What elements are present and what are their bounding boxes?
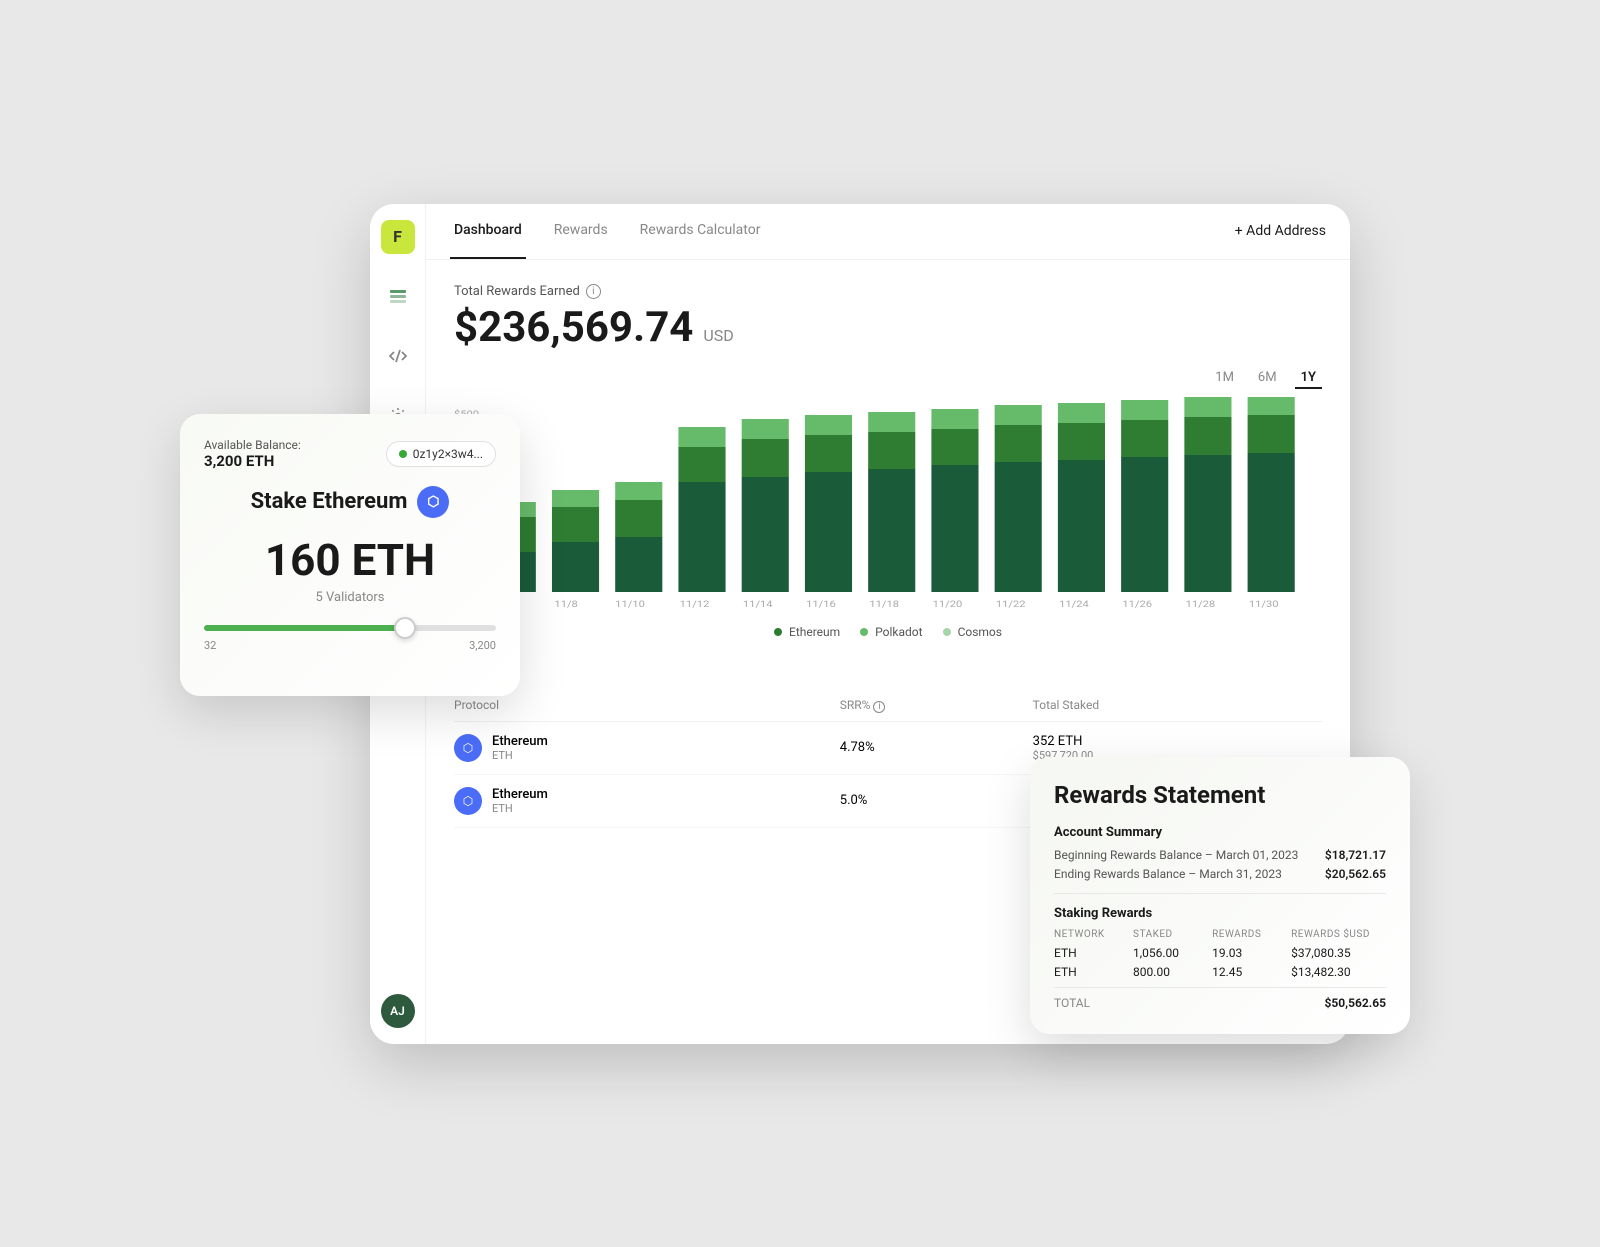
- eth-icon-1: ⬡: [454, 734, 482, 762]
- total-value: $236,569.74 USD: [454, 303, 1322, 352]
- total-currency: USD: [703, 326, 733, 345]
- divider: [1054, 893, 1386, 894]
- stake-card-header: Available Balance: 3,200 ETH 0z1y2×3w4..…: [204, 438, 496, 470]
- tab-rewards[interactable]: Rewards: [550, 204, 612, 260]
- slider-labels: 32 3,200: [204, 639, 496, 652]
- addr-dot: [399, 450, 407, 458]
- stake-card: Available Balance: 3,200 ETH 0z1y2×3w4..…: [180, 414, 520, 696]
- legend-cosmos: Cosmos: [943, 625, 1002, 639]
- rewards-card: Rewards Statement Account Summary Beginn…: [1030, 757, 1410, 1034]
- staking-rewards-title: Staking Rewards: [1054, 906, 1386, 921]
- account-summary-title: Account Summary: [1054, 825, 1386, 840]
- filter-1m[interactable]: 1M: [1209, 368, 1240, 389]
- rewards-row-beginning: Beginning Rewards Balance – March 01, 20…: [1054, 848, 1386, 862]
- svg-text:11/30: 11/30: [1249, 599, 1279, 609]
- rewards-row-ending: Ending Rewards Balance – March 31, 2023 …: [1054, 867, 1386, 881]
- info-icon[interactable]: i: [586, 284, 601, 299]
- stake-amount: 160 ETH: [204, 534, 496, 586]
- code-icon[interactable]: [380, 338, 416, 374]
- tab-dashboard[interactable]: Dashboard: [450, 204, 526, 260]
- filter-6m[interactable]: 6M: [1252, 368, 1283, 389]
- protocol-cell-1: ⬡ Ethereum ETH: [454, 734, 840, 762]
- time-filters: 1M 6M 1Y: [454, 368, 1322, 389]
- activity-title: Activity: [454, 659, 1322, 678]
- svg-text:11/10: 11/10: [615, 599, 645, 609]
- svg-text:11/12: 11/12: [680, 599, 710, 609]
- slider-track[interactable]: [204, 625, 496, 631]
- svg-text:11/8: 11/8: [554, 599, 578, 609]
- slider-fill: [204, 625, 403, 631]
- top-nav: Dashboard Rewards Rewards Calculator + A…: [426, 204, 1350, 260]
- total-amount: $236,569.74: [454, 303, 693, 352]
- bar-chart: $500 5K $40...: [454, 397, 1322, 617]
- staking-row-1: ETH 1,056.00 19.03 $37,080.35: [1054, 946, 1386, 960]
- eth-icon-2: ⬡: [454, 787, 482, 815]
- stack-icon[interactable]: [380, 278, 416, 314]
- svg-text:11/22: 11/22: [996, 599, 1026, 609]
- slider-thumb[interactable]: [394, 617, 416, 639]
- svg-text:11/18: 11/18: [869, 599, 899, 609]
- legend-polkadot: Polkadot: [860, 625, 922, 639]
- tab-rewards-calculator[interactable]: Rewards Calculator: [636, 204, 765, 260]
- address-badge[interactable]: 0z1y2×3w4...: [386, 441, 496, 467]
- staking-row-2: ETH 800.00 12.45 $13,482.30: [1054, 965, 1386, 979]
- svg-text:11/20: 11/20: [933, 599, 963, 609]
- slider-container: 32 3,200: [204, 625, 496, 672]
- rewards-title: Rewards Statement: [1054, 781, 1386, 809]
- table-header: Protocol SRR% i Total Staked: [454, 690, 1322, 722]
- add-address-button[interactable]: + Add Address: [1235, 223, 1326, 239]
- svg-text:11/26: 11/26: [1122, 599, 1152, 609]
- chart-legend: Ethereum Polkadot Cosmos: [454, 625, 1322, 639]
- protocol-cell-2: ⬡ Ethereum ETH: [454, 787, 840, 815]
- stake-title: Stake Ethereum ⬡: [204, 486, 496, 518]
- eth-badge: ⬡: [417, 486, 449, 518]
- svg-text:11/16: 11/16: [806, 599, 836, 609]
- legend-ethereum: Ethereum: [774, 625, 840, 639]
- chart-section: 1M 6M 1Y $500 5K $40...: [454, 368, 1322, 639]
- svg-text:11/28: 11/28: [1186, 599, 1216, 609]
- total-label: Total Rewards Earned i: [454, 284, 1322, 299]
- avatar[interactable]: AJ: [381, 994, 415, 1028]
- sidebar-logo[interactable]: F: [381, 220, 415, 254]
- validators-label: 5 Validators: [204, 590, 496, 605]
- srr-info-icon[interactable]: i: [873, 701, 885, 713]
- staking-total: TOTAL $50,562.65: [1054, 987, 1386, 1010]
- filter-1y[interactable]: 1Y: [1295, 368, 1322, 389]
- svg-text:11/14: 11/14: [743, 599, 773, 609]
- staking-rewards-header: Network Staked Rewards Rewards $USD: [1054, 929, 1386, 940]
- svg-text:11/24: 11/24: [1059, 599, 1089, 609]
